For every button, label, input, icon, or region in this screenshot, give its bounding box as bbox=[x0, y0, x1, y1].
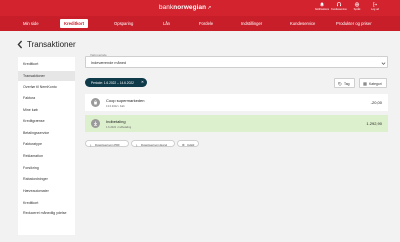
tag-icon bbox=[338, 81, 342, 86]
sidebar: Kreditkort Transaktioner Overfør til Nem… bbox=[18, 57, 75, 235]
gear-icon: ⚙ bbox=[182, 142, 185, 147]
period-select[interactable]: Indeværende måned bbox=[85, 56, 388, 68]
nav-kreditkort[interactable]: Kreditkort bbox=[60, 19, 89, 28]
globe-icon bbox=[354, 2, 360, 7]
download-excel-button[interactable]: ⤓ Download som Excel bbox=[131, 140, 175, 147]
sidebar-item-rabatordninger[interactable]: Rabatordninger bbox=[18, 175, 75, 184]
notifications-button[interactable]: Notifications bbox=[314, 2, 330, 11]
sidebar-item-fakturatype[interactable]: Fakturatype bbox=[18, 140, 75, 149]
tag-button[interactable]: Tag bbox=[334, 78, 355, 88]
shopping-bag-icon bbox=[91, 98, 100, 107]
sidebar-item-haeveautomater[interactable]: Hæveautomater bbox=[18, 187, 75, 196]
category-icon bbox=[363, 82, 367, 85]
chevron-down-icon bbox=[381, 62, 386, 65]
transaction-amount: -20,00 bbox=[370, 100, 382, 105]
sidebar-item-reklamation[interactable]: Reklamation bbox=[18, 152, 75, 161]
chevron-left-icon bbox=[17, 40, 23, 49]
sidebar-item-betalingsservice[interactable]: Betalingsservice bbox=[18, 129, 75, 138]
top-header: banknorwegian↗ Notifications Kundeservic… bbox=[0, 0, 400, 16]
transaction-meta: 13.6.2022 • Køb bbox=[106, 104, 125, 108]
period-value: Indeværende måned bbox=[91, 60, 127, 65]
bank-norwegian-logo[interactable]: banknorwegian↗ bbox=[159, 4, 211, 11]
nav-min-side[interactable]: Min side bbox=[23, 16, 39, 31]
sidebar-item-kreditkort[interactable]: Kreditkort bbox=[18, 60, 75, 69]
sidebar-item-forsikring[interactable]: Forsikring bbox=[18, 164, 75, 173]
date-range-text: Periode: 1.6.2022 – 14.6.2022 bbox=[91, 80, 134, 85]
page-title: Transaktioner bbox=[27, 40, 76, 49]
settings-button[interactable]: ⚙ Indstil bbox=[177, 140, 199, 147]
sidebar-item-transaktioner[interactable]: Transaktioner bbox=[18, 71, 75, 81]
customer-service-button[interactable]: Kundeservice bbox=[331, 2, 347, 11]
logout-button[interactable]: Log ud bbox=[367, 2, 383, 11]
bell-icon bbox=[320, 2, 324, 7]
sidebar-item-reduceret-ydelse[interactable]: Reduceret månedlig ydelse bbox=[18, 211, 70, 227]
deposit-icon bbox=[91, 119, 100, 128]
sidebar-item-overfoer-nemkonto[interactable]: Overfør til NemKonto bbox=[18, 83, 75, 92]
main-nav: Min side Kreditkort Opsparing Lån Fordel… bbox=[0, 16, 400, 31]
nav-fordele[interactable]: Fordele bbox=[199, 16, 213, 31]
language-button[interactable]: Språk bbox=[349, 2, 365, 11]
close-icon[interactable]: ✕ bbox=[141, 80, 144, 84]
back-button[interactable] bbox=[17, 40, 23, 51]
sidebar-item-kreditgraense[interactable]: Kreditgrænse bbox=[18, 117, 75, 126]
nav-produkter-og-priser[interactable]: Produkter og priser bbox=[336, 16, 372, 31]
logout-icon bbox=[373, 2, 378, 7]
nav-laan[interactable]: Lån bbox=[163, 16, 170, 31]
download-icon: ⤓ bbox=[136, 142, 138, 147]
date-range-chip[interactable]: Periode: 1.6.2022 – 14.6.2022 ✕ bbox=[85, 78, 147, 87]
nav-kundeservice[interactable]: Kundeservice bbox=[290, 16, 315, 31]
headset-icon bbox=[336, 2, 342, 7]
transaction-name: Coop supermarkeden bbox=[106, 98, 145, 103]
download-icon: ⤓ bbox=[90, 142, 92, 147]
transaction-row[interactable]: Indbetaling 1.6.2022 • Indbetaling 1.292… bbox=[85, 115, 388, 132]
sidebar-item-kreditkort-2[interactable]: Kreditkort bbox=[18, 199, 75, 208]
transaction-row[interactable]: Coop supermarkeden 13.6.2022 • Køb -20,0… bbox=[85, 94, 388, 111]
transaction-name: Indbetaling bbox=[106, 119, 126, 124]
category-button[interactable]: Kategori bbox=[359, 78, 387, 88]
transaction-amount: 1.292,90 bbox=[366, 121, 382, 126]
sidebar-item-mine-koeb[interactable]: Mine køb bbox=[18, 106, 75, 115]
sidebar-item-faktura[interactable]: Faktura bbox=[18, 94, 75, 103]
download-pdf-button[interactable]: ⤓ Download som PDF bbox=[85, 140, 129, 147]
transaction-meta: 1.6.2022 • Indbetaling bbox=[106, 125, 132, 129]
nav-indstillinger[interactable]: Indstillinger bbox=[241, 16, 262, 31]
nav-opsparing[interactable]: Opsparing bbox=[114, 16, 133, 31]
